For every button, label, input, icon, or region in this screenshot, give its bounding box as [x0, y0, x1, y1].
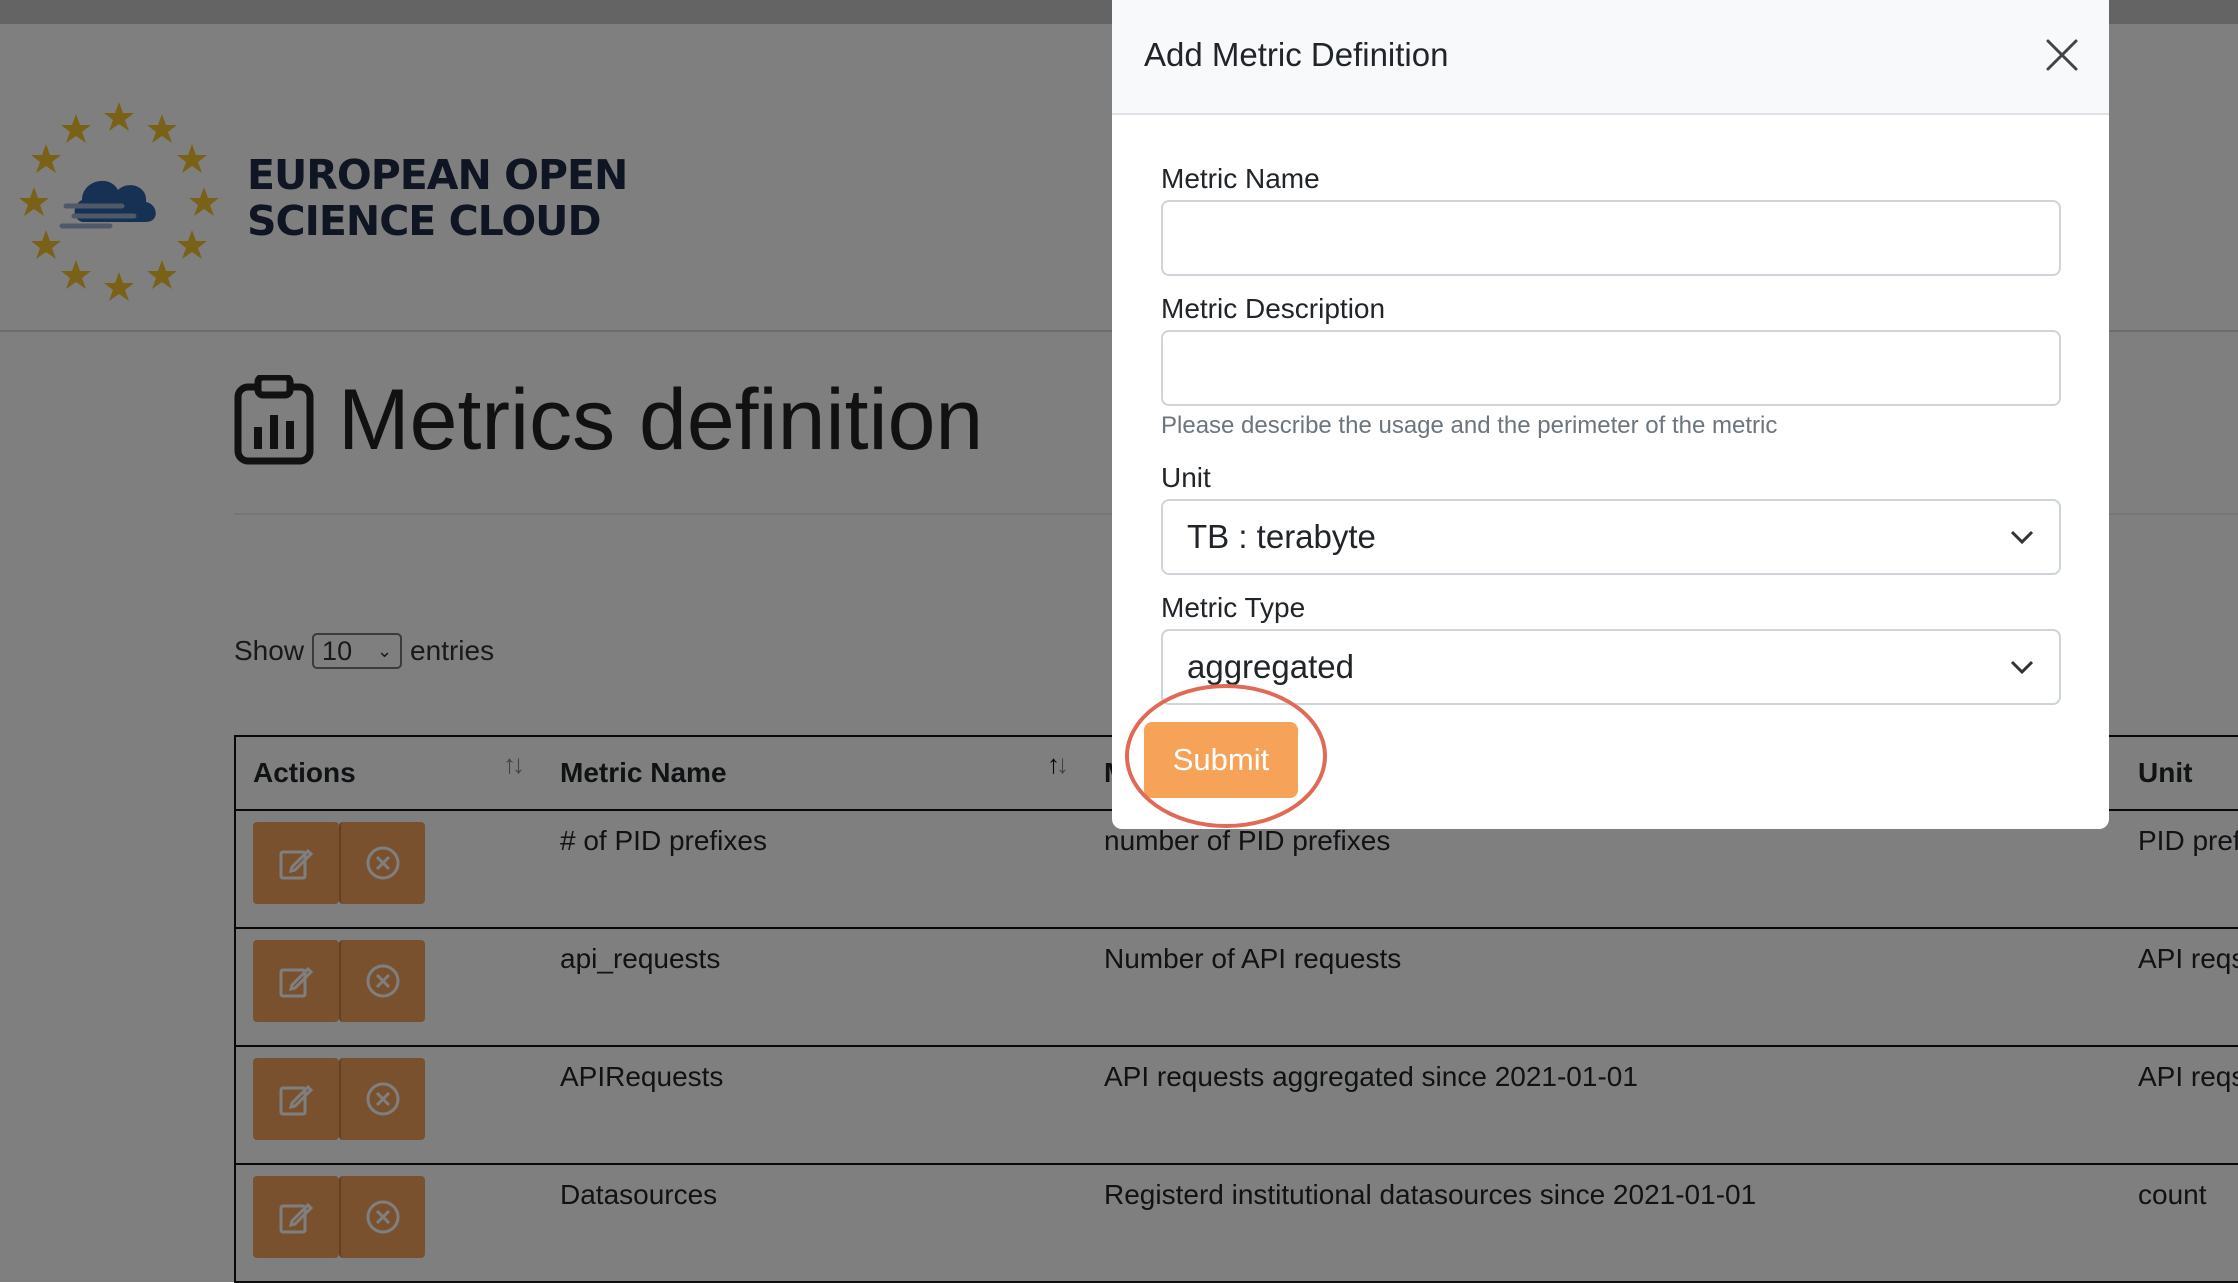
modal-title: Add Metric Definition	[1144, 36, 1449, 73]
close-icon[interactable]	[2045, 38, 2079, 72]
chevron-down-icon	[2010, 530, 2034, 545]
metric-description-input[interactable]	[1161, 330, 2061, 406]
metric-name-label: Metric Name	[1161, 163, 1320, 194]
unit-select[interactable]: TB : terabyte	[1161, 499, 2061, 575]
metric-type-select[interactable]: aggregated	[1161, 629, 2061, 705]
metric-name-input[interactable]	[1161, 200, 2061, 276]
metric-type-select-value: aggregated	[1187, 648, 1354, 685]
modal-header: Add Metric Definition	[1112, 0, 2109, 115]
metric-description-label: Metric Description	[1161, 293, 1386, 324]
metric-description-help: Please describe the usage and the perime…	[1161, 412, 1778, 439]
metric-type-label: Metric Type	[1161, 592, 1306, 623]
chevron-down-icon	[2010, 660, 2034, 675]
unit-label: Unit	[1161, 462, 1211, 493]
unit-select-value: TB : terabyte	[1187, 518, 1376, 555]
annotation-circle	[1125, 684, 1327, 828]
